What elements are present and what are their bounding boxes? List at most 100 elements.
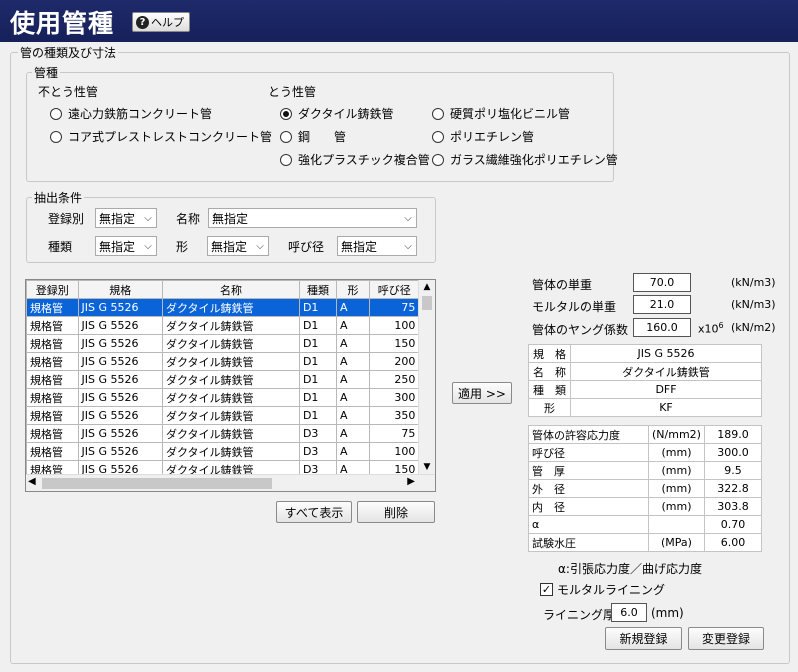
lining-thickness-input[interactable]: 6.0: [611, 603, 647, 622]
radio-frp-composite[interactable]: 強化プラスチック複合管: [280, 151, 430, 168]
column-header[interactable]: 呼び径: [368, 280, 420, 299]
table-cell: 規格管: [26, 406, 79, 425]
table-cell: 規格管: [26, 316, 79, 335]
property-label: α: [528, 515, 649, 534]
shape-label: 形: [176, 240, 189, 254]
scroll-left-icon[interactable]: ◀: [28, 476, 36, 487]
scroll-up-icon[interactable]: ▲: [419, 280, 435, 294]
checkbox-check-icon: ✓: [540, 583, 553, 596]
table-row[interactable]: 規格管 JIS G 5526 ダクタイル鋳鉄管 D1 A 300: [26, 388, 435, 407]
column-header[interactable]: 種類: [298, 280, 338, 299]
radio-glass-fiber-pe[interactable]: ガラス繊維強化ポリエチレン管: [432, 151, 618, 168]
table-cell: JIS G 5526: [77, 334, 163, 353]
mortar-lining-checkbox[interactable]: ✓ モルタルライニング: [540, 581, 665, 598]
table-row[interactable]: 規格管 JIS G 5526 ダクタイル鋳鉄管 D3 A 100: [26, 442, 435, 461]
radio-steel[interactable]: 鋼 管: [280, 128, 346, 145]
apply-button[interactable]: 適用 >>: [452, 382, 512, 404]
help-button-label: ヘルプ: [151, 16, 184, 29]
table-horizontal-scrollbar[interactable]: ◀ ▶: [26, 474, 435, 491]
question-icon: ?: [136, 15, 149, 29]
table-cell: ダクタイル鋳鉄管: [161, 370, 300, 389]
radio-indicator: [280, 107, 292, 120]
properties-body: 管体の許容応力度 (N/mm2) 189.0 呼び径 (mm) 300.0 管 厚 (mm) 9…: [528, 425, 763, 552]
table-row[interactable]: 規格管 JIS G 5526 ダクタイル鋳鉄管 D1 A 350: [26, 406, 435, 425]
young-modulus-input[interactable]: 160.0: [633, 318, 691, 337]
rigid-pipe-label: 不とう性管: [38, 85, 99, 99]
spec-info-table: 規 格 JIS G 5526 名 称ダクタイル鋳鉄管種 類 DFF 形 KF: [528, 344, 762, 417]
table-row[interactable]: 規格管 JIS G 5526 ダクタイル鋳鉄管 D1 A 250: [26, 370, 435, 389]
radio-label: ポリエチレン管: [450, 130, 535, 144]
table-cell: 200: [368, 352, 420, 371]
registration-select[interactable]: 無指定 ⌵: [95, 208, 157, 228]
table-row[interactable]: 規格管 JIS G 5526 ダクタイル鋳鉄管 D1 A 75: [26, 298, 435, 317]
table-vertical-scrollbar[interactable]: ▲ ▼: [418, 280, 435, 474]
kind-select[interactable]: 無指定 ⌵: [95, 236, 157, 256]
delete-button[interactable]: 削除: [357, 501, 435, 523]
help-button[interactable]: ? ヘルプ: [132, 12, 190, 32]
table-cell: A: [336, 388, 370, 407]
property-row: 試験水圧 (MPa) 6.00: [528, 533, 763, 552]
pipe-table-container: 登録別規格名称種類形呼び径管 規格管JIS G 5526ダクタイル鋳鉄管D1A7…: [25, 279, 436, 492]
table-cell: 規格管: [26, 370, 79, 389]
radio-polyethylene[interactable]: ポリエチレン管: [432, 128, 534, 145]
column-header[interactable]: 名称: [161, 280, 300, 299]
table-cell: ダクタイル鋳鉄管: [161, 316, 300, 335]
update-register-button[interactable]: 変更登録: [688, 627, 764, 650]
radio-ductile-iron[interactable]: ダクタイル鋳鉄管: [280, 105, 394, 122]
property-unit: (mm): [648, 461, 705, 480]
table-cell: A: [336, 442, 370, 461]
table-cell: JIS G 5526: [77, 316, 163, 335]
radio-pvc[interactable]: 硬質ポリ塩化ビニル管: [432, 105, 570, 122]
mortar-weight-label: モルタルの単重: [532, 300, 617, 314]
column-header[interactable]: 規格: [77, 280, 163, 299]
spec-info-value: ダクタイル鋳鉄管: [570, 362, 762, 381]
table-row[interactable]: 規格管 JIS G 5526 ダクタイル鋳鉄管 D1 A 150: [26, 334, 435, 353]
property-label: 内 径: [528, 497, 649, 516]
radio-label: 強化プラスチック複合管: [298, 153, 430, 167]
table-row[interactable]: 規格管 JIS G 5526 ダクタイル鋳鉄管 D3 A 75: [26, 424, 435, 443]
property-label: 呼び径: [528, 443, 649, 462]
property-value: 322.8: [703, 479, 763, 498]
mortar-weight-unit: (kN/m3): [731, 298, 776, 311]
table-cell: JIS G 5526: [77, 370, 163, 389]
table-cell: D3: [298, 442, 338, 461]
property-row: α 0.70: [528, 515, 763, 534]
unit-exponent: 6: [718, 321, 724, 330]
horizontal-scroll-thumb[interactable]: [42, 478, 272, 489]
radio-indicator: [432, 107, 444, 120]
table-cell: D1: [298, 370, 338, 389]
column-header[interactable]: 登録別: [26, 280, 79, 299]
radio-core-prestressed[interactable]: コア式プレストレストコンクリート管: [50, 128, 272, 145]
radio-label: コア式プレストレストコンクリート管: [68, 130, 273, 144]
mortar-weight-input[interactable]: 21.0: [633, 295, 691, 314]
radio-centrifugal-concrete[interactable]: 遠心力鉄筋コンクリート管: [50, 105, 212, 122]
table-row[interactable]: 規格管 JIS G 5526 ダクタイル鋳鉄管 D1 A 100: [26, 316, 435, 335]
scroll-down-icon[interactable]: ▼: [419, 460, 435, 474]
diameter-select[interactable]: 無指定 ⌵: [337, 236, 417, 256]
property-unit: (mm): [648, 479, 705, 498]
column-header[interactable]: 形: [336, 280, 370, 299]
diameter-label: 呼び径: [288, 240, 325, 254]
table-cell: A: [336, 334, 370, 353]
shape-select[interactable]: 無指定 ⌵: [207, 236, 269, 256]
scroll-right-icon[interactable]: ▶: [407, 476, 415, 487]
new-register-button[interactable]: 新規登録: [605, 627, 682, 650]
property-value: 9.5: [703, 461, 763, 480]
table-cell: 100: [368, 442, 420, 461]
vertical-scroll-thumb[interactable]: [422, 296, 432, 310]
property-unit: (MPa): [648, 533, 705, 552]
name-select[interactable]: 無指定 ⌵: [208, 208, 417, 228]
spec-info-value: DFF: [570, 380, 762, 399]
select-value: 無指定: [341, 239, 378, 254]
property-unit: (mm): [648, 443, 705, 462]
pipe-weight-input[interactable]: 70.0: [633, 273, 691, 292]
property-value: 6.00: [703, 533, 763, 552]
spec-info-label: 名 称: [528, 362, 571, 381]
radio-label: 遠心力鉄筋コンクリート管: [68, 107, 213, 121]
main-group-legend: 管の種類及び寸法: [18, 44, 119, 61]
table-cell: D1: [298, 388, 338, 407]
table-row[interactable]: 規格管 JIS G 5526 ダクタイル鋳鉄管 D1 A 200: [26, 352, 435, 371]
young-modulus-unit-label: (kN/m2): [731, 321, 776, 334]
show-all-button[interactable]: すべて表示: [276, 501, 352, 523]
property-row: 管 厚 (mm) 9.5: [528, 461, 763, 480]
